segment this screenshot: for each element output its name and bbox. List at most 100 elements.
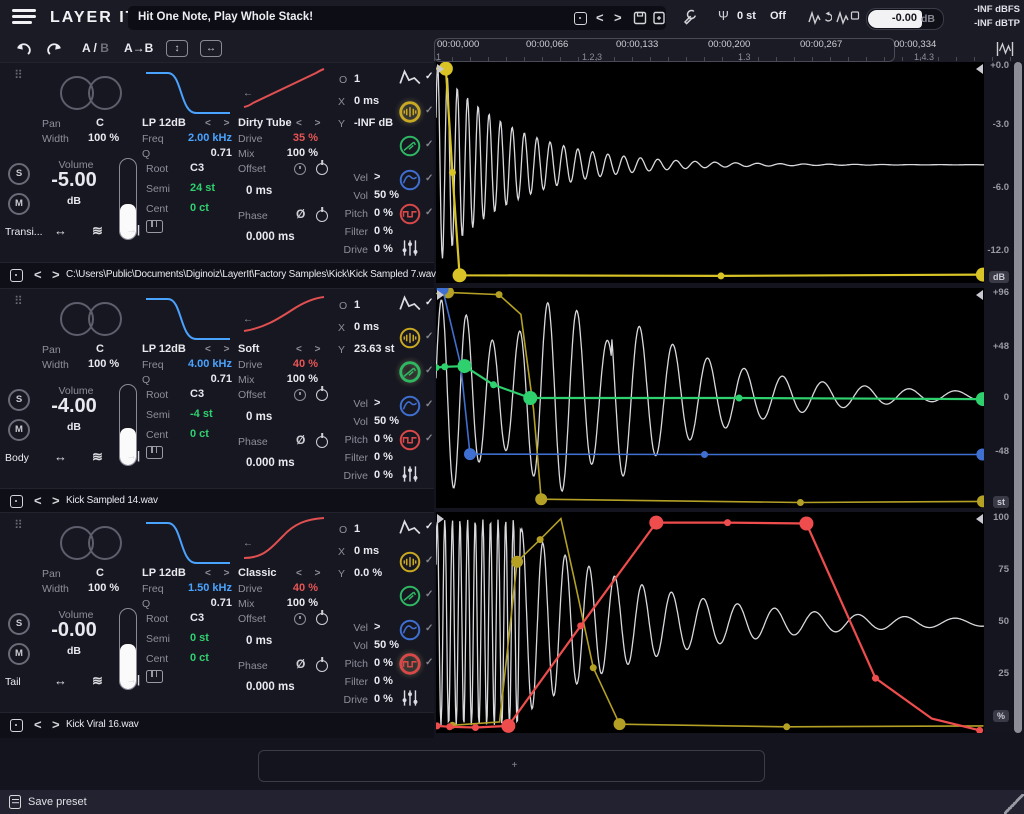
phase-value[interactable]: 0.000 ms [246, 681, 295, 693]
volume-envelope-point[interactable] [783, 723, 790, 730]
drive-curve[interactable] [236, 513, 332, 567]
env-x-value[interactable]: 0 ms [354, 95, 379, 107]
volume-envelope-point[interactable] [717, 272, 724, 279]
phase-value[interactable]: 0.000 ms [246, 457, 295, 469]
volume-envelope-point[interactable] [453, 268, 467, 282]
master-gain-slider[interactable]: -0.00 dB [866, 8, 944, 30]
pitch-env-icon[interactable] [398, 134, 422, 158]
env-o-value[interactable]: 1 [354, 299, 360, 311]
pitch-env-check[interactable]: ✓ [425, 139, 433, 150]
semi-value[interactable]: 24 st [190, 182, 215, 194]
phase-invert-icon[interactable]: Ø [296, 433, 305, 447]
root-value[interactable]: C3 [190, 388, 204, 400]
pan-value[interactable]: C [96, 343, 104, 355]
q-value[interactable]: 0.71 [176, 147, 232, 159]
menu-icon[interactable] [12, 9, 36, 27]
q-value[interactable]: 0.71 [176, 373, 232, 385]
volume-envelope-line[interactable] [452, 519, 983, 727]
sample-file-name[interactable]: Kick Sampled 14.wav [66, 495, 158, 506]
timeline-ruler[interactable]: 00:00,00000:00,06600:00,13300:00,20000:0… [434, 38, 1012, 62]
env-y-value[interactable]: 23.63 st [354, 343, 394, 355]
drag-handle-icon[interactable]: ⠿ [14, 518, 21, 532]
drive-type[interactable]: Soft [238, 343, 259, 355]
freq-value[interactable]: 4.00 kHz [176, 358, 232, 370]
filter-curve[interactable] [142, 515, 234, 571]
piano-icon[interactable] [146, 446, 163, 459]
drive-value[interactable]: 35 % [270, 132, 318, 144]
envelope-shape-icon[interactable] [398, 292, 422, 316]
drive-nav-arrows[interactable]: < > [296, 568, 325, 579]
filter-env-check[interactable]: ✓ [425, 173, 433, 184]
wrench-icon[interactable] [682, 9, 699, 26]
stereo-spread-icon[interactable]: ↔ [54, 449, 67, 464]
drive-env-icon[interactable] [398, 652, 422, 676]
pitch-envelope-point[interactable] [436, 364, 440, 371]
volume-value[interactable]: -4.00 [26, 395, 122, 418]
drive-envelope-point[interactable] [724, 519, 731, 526]
vel-value[interactable]: > [374, 621, 380, 633]
drive-envelope-point[interactable] [446, 723, 453, 730]
env-y-value[interactable]: 0.0 % [354, 567, 382, 579]
volume-envelope-point[interactable] [976, 268, 984, 282]
pitch-env-icon[interactable] [398, 360, 422, 384]
volume-envelope-point[interactable] [977, 495, 984, 507]
drag-handle-icon[interactable]: ⠿ [14, 294, 21, 308]
freq-value[interactable]: 1.50 kHz [176, 582, 232, 594]
keyboard-strip[interactable]: + [258, 750, 765, 782]
drag-handle-icon[interactable]: ⠿ [14, 68, 21, 82]
tuning-fork-icon[interactable]: Ψ [718, 8, 729, 23]
envelope-shape-icon[interactable] [398, 516, 422, 540]
pitch-envelope-point[interactable] [976, 392, 984, 406]
filter-curve[interactable] [142, 65, 234, 121]
pan-knob-right[interactable] [88, 76, 122, 110]
resize-grip[interactable] [1004, 794, 1024, 814]
drive-mod-value[interactable]: 0 % [374, 693, 393, 705]
pitch-env-check[interactable]: ✓ [425, 365, 433, 376]
drive-env-icon[interactable] [398, 428, 422, 452]
volume-envelope-point[interactable] [449, 169, 456, 176]
vol-mod-value[interactable]: 50 % [374, 415, 399, 427]
drive-envelope-point[interactable] [649, 516, 663, 530]
q-value[interactable]: 0.71 [176, 597, 232, 609]
width-value[interactable]: 100 % [88, 358, 119, 370]
env-x-value[interactable]: 0 ms [354, 545, 379, 557]
offset-value[interactable]: 0 ms [246, 411, 272, 423]
filter-nav-arrows[interactable]: < > [205, 344, 234, 355]
vol-mod-value[interactable]: 50 % [374, 189, 399, 201]
pitch-envelope-point[interactable] [441, 363, 448, 370]
random-preset-icon[interactable] [574, 12, 587, 25]
piano-icon[interactable] [146, 670, 163, 683]
snap-end-icon[interactable]: →| [126, 224, 140, 236]
width-value[interactable]: 100 % [88, 132, 119, 144]
envelope-shape-icon[interactable] [398, 66, 422, 90]
range-start-marker[interactable] [437, 64, 444, 74]
volume-value[interactable]: -5.00 [26, 169, 122, 192]
drive-type[interactable]: Classic [238, 567, 277, 579]
pan-value[interactable]: C [96, 567, 104, 579]
env-y-value[interactable]: -INF dB [354, 117, 393, 129]
drive-envelope-point[interactable] [436, 722, 441, 729]
new-file-icon[interactable] [652, 11, 666, 25]
pitch-env-check[interactable]: ✓ [425, 589, 433, 600]
volume-env-check[interactable]: ✓ [425, 555, 433, 566]
fit-horizontal-button[interactable]: ↔ [200, 40, 222, 57]
sample-file-name[interactable]: Kick Viral 16.wav [66, 719, 139, 730]
drive-value[interactable]: 40 % [270, 358, 318, 370]
sample-file-name[interactable]: C:\Users\Public\Documents\Diginoiz\Layer… [66, 269, 436, 280]
filter-mod-value[interactable]: 0 % [374, 675, 393, 687]
offset-clock-icon[interactable] [294, 613, 306, 625]
filter-curve[interactable] [142, 291, 234, 347]
preset-name-box[interactable]: Hit One Note, Play Whole Stack! < > [128, 6, 666, 30]
range-end-marker[interactable] [976, 514, 983, 524]
drive-curve[interactable] [236, 63, 332, 117]
prev-sample-button[interactable]: < [34, 267, 42, 282]
pitch-envelope-point[interactable] [457, 359, 471, 373]
root-value[interactable]: C3 [190, 162, 204, 174]
drive-nav-arrows[interactable]: < > [296, 344, 325, 355]
offset-clock-icon[interactable] [294, 389, 306, 401]
pan-knob-right[interactable] [88, 526, 122, 560]
drive-envelope-point[interactable] [577, 622, 584, 629]
volume-envelope-point[interactable] [797, 499, 804, 506]
filter-envelope-point[interactable] [976, 449, 984, 461]
phase-invert-icon[interactable]: Ø [296, 657, 305, 671]
